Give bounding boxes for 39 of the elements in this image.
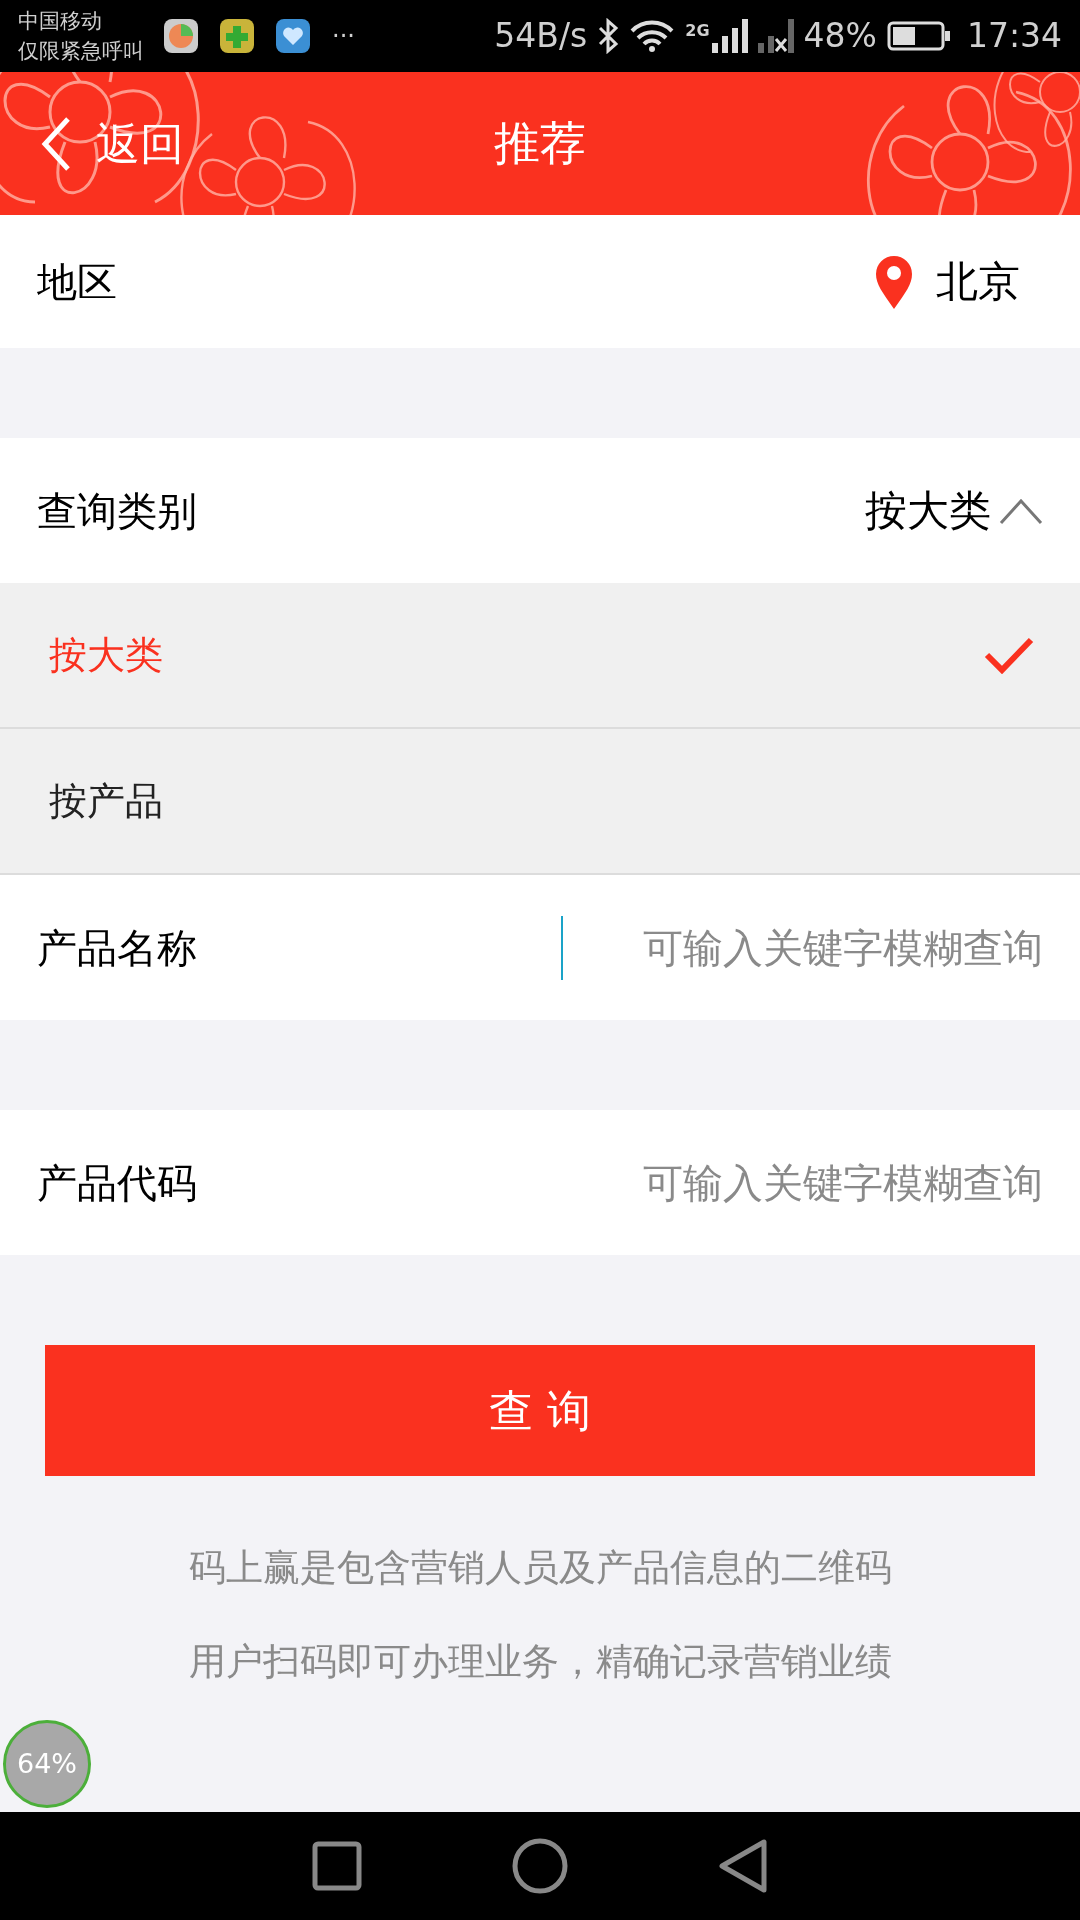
dropdown-option[interactable]: 按产品 — [0, 729, 1080, 875]
home-icon[interactable] — [512, 1838, 568, 1894]
info-text: 用户扫码即可办理业务，精确记录营销业绩 — [188, 1638, 892, 1685]
location-selector[interactable]: 北京 — [874, 250, 1020, 313]
more-notifications: ··· — [332, 21, 355, 52]
back-icon — [40, 115, 72, 172]
network-speed: 54B/s — [494, 15, 588, 58]
field-label: 产品名称 — [37, 923, 197, 973]
no-signal-icon — [757, 19, 794, 53]
field-label: 地区 — [37, 257, 117, 307]
app-icon — [164, 19, 198, 53]
back-nav-icon[interactable] — [718, 1838, 768, 1894]
field-label: 查询类别 — [37, 486, 197, 536]
product-name-field[interactable]: 可输入关键字模糊查询 — [561, 907, 1043, 988]
signal-icon — [711, 19, 748, 53]
dropdown-option[interactable]: 按大类 — [0, 583, 1080, 729]
floating-progress-badge[interactable]: 64% — [3, 1720, 91, 1808]
recent-apps-icon[interactable] — [312, 1841, 362, 1891]
battery-icon — [886, 21, 951, 51]
category-dropdown[interactable]: 按大类 — [865, 479, 1043, 542]
check-icon — [984, 636, 1034, 674]
product-code-field[interactable]: 可输入关键字模糊查询 — [563, 1142, 1043, 1223]
chevron-up-icon — [999, 496, 1043, 525]
carrier-text: 中国移动 — [18, 8, 103, 35]
heart-app-icon — [276, 19, 310, 53]
wifi-icon — [629, 19, 676, 53]
bluetooth-icon — [597, 18, 620, 54]
query-button[interactable]: 查 询 — [45, 1345, 1035, 1476]
field-label: 产品代码 — [37, 1158, 197, 1208]
location-pin-icon — [874, 253, 914, 310]
page-title: 推荐 — [494, 115, 586, 172]
carrier-note: 仅限紧急呼叫 — [18, 38, 144, 65]
battery-percent: 48% — [803, 15, 877, 58]
network-type: 2G — [685, 20, 710, 42]
clock: 17:34 — [966, 15, 1062, 58]
back-button[interactable]: 返回 — [40, 110, 184, 177]
info-text: 码上赢是包含营销人员及产品信息的二维码 — [188, 1545, 892, 1591]
text-cursor — [561, 915, 563, 980]
app-icon — [220, 19, 254, 53]
